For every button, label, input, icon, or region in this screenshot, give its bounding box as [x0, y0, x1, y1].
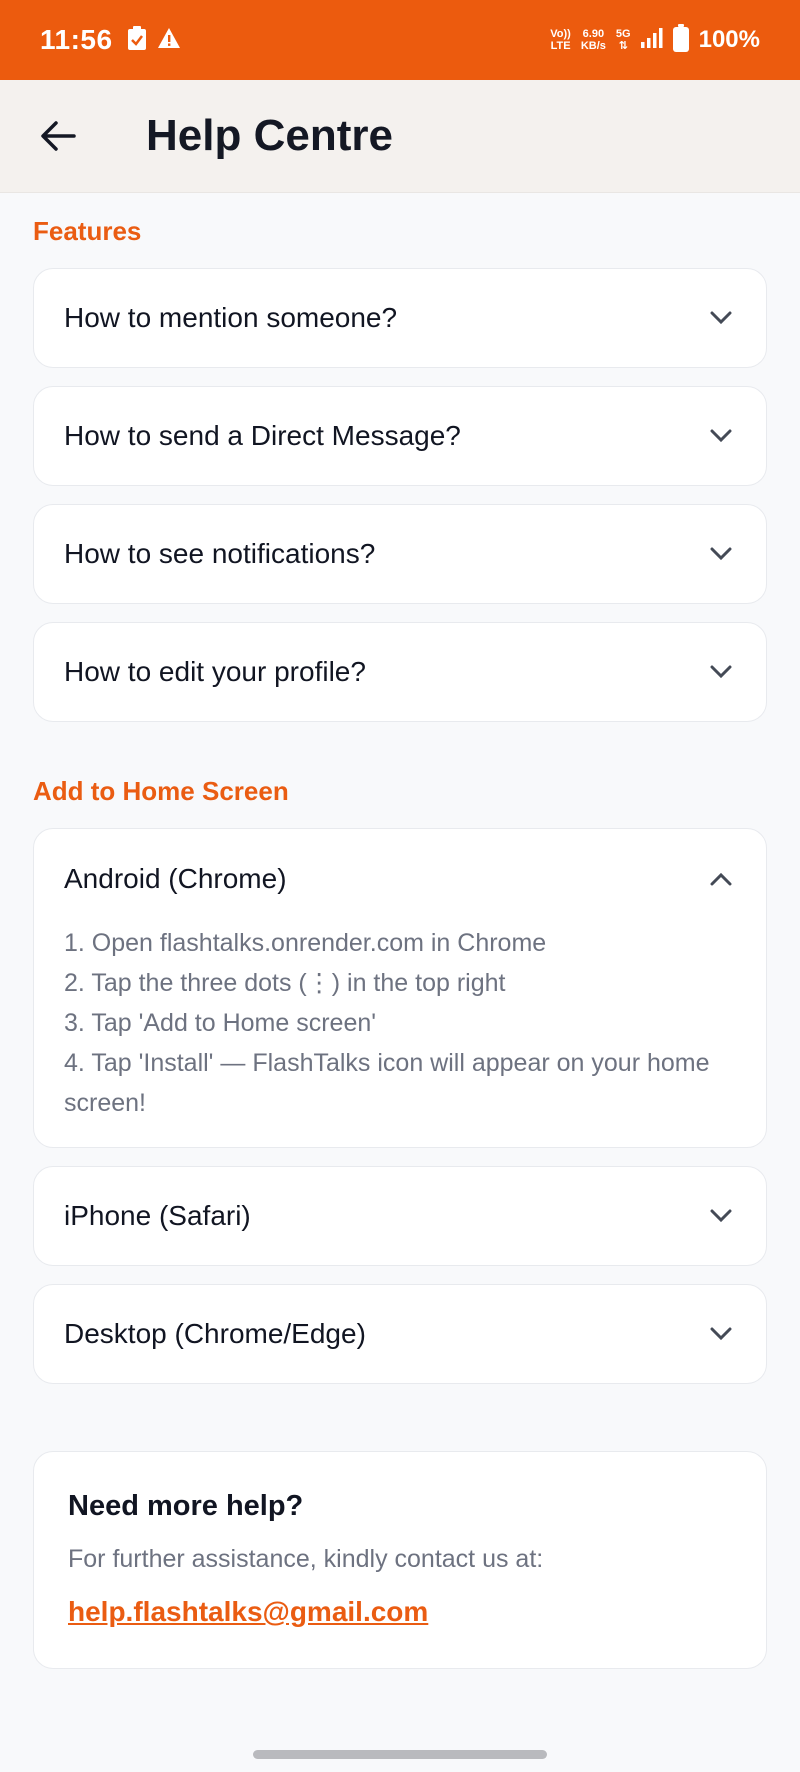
home-indicator[interactable]	[253, 1750, 547, 1759]
status-bar: 11:56 Vo)) LTE 6.90 KB/s 5G ⇅ 100%	[0, 0, 800, 80]
help-text: For further assistance, kindly contact u…	[68, 1545, 544, 1573]
volte-indicator: Vo)) LTE	[550, 28, 571, 52]
chevron-down-icon	[706, 1201, 736, 1231]
signal-icon	[640, 27, 663, 54]
battery-icon	[672, 23, 689, 57]
faq-item-notifications: How to see notifications?	[33, 504, 767, 604]
section-title-home-screen: Add to Home Screen	[33, 776, 289, 806]
answer-step: 2. Tap the three dots (⋮) in the top rig…	[64, 969, 506, 997]
network-speed: 6.90 KB/s	[580, 28, 606, 52]
warning-icon	[157, 27, 181, 54]
faq-item-desktop: Desktop (Chrome/Edge)	[33, 1284, 767, 1384]
chevron-up-icon	[706, 864, 736, 894]
faq-question: Desktop (Chrome/Edge)	[64, 1318, 366, 1349]
faq-question: How to mention someone?	[64, 302, 398, 333]
chevron-down-icon	[706, 539, 736, 569]
faq-toggle[interactable]: How to send a Direct Message?	[34, 387, 766, 485]
faq-toggle[interactable]: iPhone (Safari)	[34, 1167, 766, 1265]
chevron-down-icon	[706, 1319, 736, 1349]
answer-step: 1. Open flashtalks.onrender.com in Chrom…	[64, 929, 547, 957]
faq-item-android: Android (Chrome) 1. Open flashtalks.onre…	[33, 828, 767, 1148]
answer-step: 3. Tap 'Add to Home screen'	[64, 1009, 377, 1037]
faq-toggle[interactable]: How to mention someone?	[34, 269, 766, 367]
faq-question: How to edit your profile?	[64, 656, 366, 687]
battery-percent: 100%	[698, 26, 760, 53]
faq-question: Android (Chrome)	[64, 863, 287, 894]
faq-toggle[interactable]: Desktop (Chrome/Edge)	[34, 1285, 766, 1383]
faq-answer: 1. Open flashtalks.onrender.com in Chrom…	[34, 923, 766, 1153]
status-time: 11:56	[40, 24, 113, 55]
back-button[interactable]	[28, 106, 88, 166]
faq-question: How to send a Direct Message?	[64, 420, 461, 451]
faq-toggle[interactable]: How to see notifications?	[34, 505, 766, 603]
page-title: Help Centre	[146, 111, 393, 160]
faq-question: How to see notifications?	[64, 538, 376, 569]
faq-question: iPhone (Safari)	[64, 1200, 251, 1231]
section-title-features: Features	[33, 216, 142, 246]
clipboard-check-icon	[127, 25, 147, 56]
help-title: Need more help?	[68, 1490, 304, 1522]
faq-item-mention: How to mention someone?	[33, 268, 767, 368]
arrow-left-icon	[41, 121, 76, 151]
help-card: Need more help? For further assistance, …	[33, 1451, 767, 1669]
chevron-down-icon	[706, 303, 736, 333]
help-email-link[interactable]: help.flashtalks@gmail.com	[68, 1596, 428, 1628]
faq-item-iphone: iPhone (Safari)	[33, 1166, 767, 1266]
faq-item-edit-profile: How to edit your profile?	[33, 622, 767, 722]
faq-toggle[interactable]: Android (Chrome)	[34, 829, 766, 929]
chevron-down-icon	[706, 421, 736, 451]
faq-item-direct-message: How to send a Direct Message?	[33, 386, 767, 486]
faq-toggle[interactable]: How to edit your profile?	[34, 623, 766, 721]
answer-step: 4. Tap 'Install' — FlashTalks icon will …	[64, 1049, 710, 1117]
network-type: 5G ⇅	[615, 28, 631, 52]
app-bar: Help Centre	[0, 80, 800, 193]
chevron-down-icon	[706, 657, 736, 687]
